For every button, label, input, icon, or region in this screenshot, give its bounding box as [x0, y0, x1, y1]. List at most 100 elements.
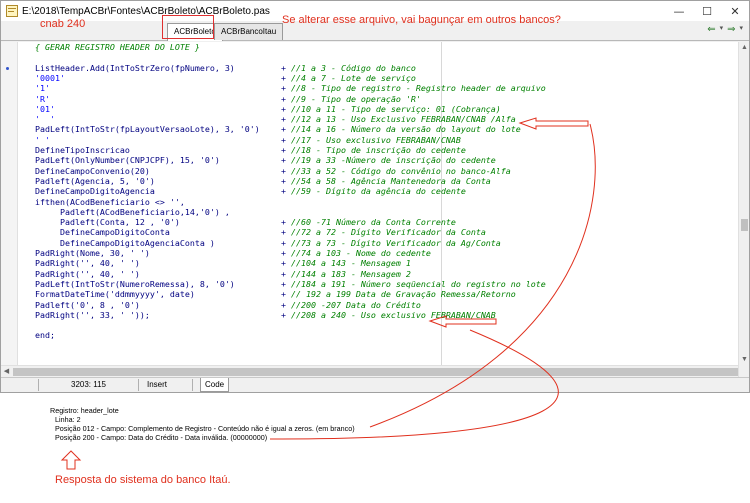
maximize-button[interactable]: ☐: [693, 1, 721, 21]
code-comment: //17 - Uso exclusivo FEBRABAN/CNAB: [291, 134, 461, 145]
code-text: ifthen(ACodBeneficiario <> '',: [35, 196, 185, 207]
window-controls: — ☐ ✕: [665, 1, 749, 21]
concat-operator: +: [281, 289, 291, 300]
code-comment: //208 a 240 - Uso exclusivo FEBRABAN/CNA…: [291, 309, 496, 320]
code-comment: //144 a 183 - Mensagem 2: [291, 268, 411, 279]
vertical-scrollbar[interactable]: ▲ ▼: [738, 42, 749, 377]
code-comment: //104 a 143 - Mensagem 1: [291, 258, 411, 269]
response-line-2: Linha: 2: [55, 415, 81, 424]
code-line: end;: [35, 330, 55, 341]
code-text: ListHeader.Add(IntToStrZero(fpNumero, 3): [35, 62, 235, 73]
concat-operator: +: [281, 227, 291, 238]
screenshot-stage: E:\2018\TempACBr\Fontes\ACBrBoleto\ACBrB…: [0, 0, 750, 503]
code-text: '01': [35, 103, 55, 114]
code-text: DefineTipoInscricao: [35, 145, 130, 155]
code-text: FormatDateTime('ddmmyyyy', date): [35, 289, 195, 300]
response-line-1: Registro: header_lote: [50, 406, 119, 415]
concat-operator: +: [281, 114, 291, 125]
concat-operator: +: [281, 309, 291, 320]
code-comment: //59 - Dígito da agência do cedente: [291, 186, 466, 197]
code-comment: //33 a 52 - Código do convênio no banco-…: [291, 165, 511, 176]
concat-operator: +: [281, 124, 291, 135]
code-text: DefineCampoDigitoConta: [35, 227, 170, 238]
response-caption: Resposta do sistema do banco Itaú.: [55, 474, 231, 486]
dropdown-arrow-icon-2[interactable]: ▾: [739, 24, 743, 35]
code-line: { GERAR REGISTRO HEADER DO LOTE }: [35, 42, 200, 53]
code-comment: //10 a 11 - Tipo de serviço: 01 (Cobranç…: [291, 103, 501, 114]
code-comment: //73 a 73 - Dígito Verificador da Ag/Con…: [291, 237, 501, 248]
concat-operator: +: [281, 83, 291, 94]
code-text: ' ': [35, 114, 55, 125]
status-modified: [1, 379, 39, 391]
navigation-arrows: ⇐ ▾ ⇒ ▾: [707, 24, 743, 35]
cnab-annotation: cnab 240: [40, 18, 86, 30]
breakpoint-dot-icon[interactable]: [6, 67, 9, 70]
code-text: DefineCampoDigitoAgenciaConta ): [35, 237, 215, 248]
concat-operator: +: [281, 145, 291, 155]
code-comment: //54 a 58 - Agência Mantenedora da Conta: [291, 175, 491, 186]
minimize-button[interactable]: —: [665, 1, 693, 21]
concat-operator: +: [281, 165, 291, 176]
status-bar: 3203: 115 Insert Code: [1, 377, 749, 392]
editor-gutter: [1, 42, 18, 377]
code-text: PadLeft(IntToStr(fpLayoutVersaoLote), 3,…: [35, 124, 260, 135]
code-line: PadRight('', 33, ' '));: [35, 310, 150, 321]
concat-operator: +: [281, 155, 291, 166]
concat-operator: +: [281, 175, 291, 186]
concat-operator: +: [281, 93, 291, 104]
concat-operator: +: [281, 62, 291, 73]
code-comment: //19 a 33 -Número de inscrição do cedent…: [291, 155, 496, 166]
code-comment: // 192 a 199 Data de Gravação Remessa/Re…: [291, 289, 516, 300]
code-text: PadRight('', 40, ' '): [35, 268, 140, 279]
code-comment-row: + //208 a 240 - Uso exclusivo FEBRABAN/C…: [281, 310, 496, 321]
vertical-scroll-thumb[interactable]: [741, 219, 748, 231]
code-text: DefineCampoDigitoAgencia: [35, 186, 155, 197]
tab-acbrbancoitau[interactable]: ACBrBancoItau: [214, 23, 284, 40]
code-text: DefineCampoConvenio(20): [35, 165, 150, 176]
code-comment-row: + //59 - Dígito da agência do cedente: [281, 186, 466, 197]
code-text: PadRight(Nome, 30, ' '): [35, 248, 150, 258]
code-comment: //60 -71 Número da Conta Corrente: [291, 217, 456, 228]
concat-operator: +: [281, 186, 291, 197]
back-arrow-icon[interactable]: ⇐: [707, 24, 715, 35]
code-comment: //200 -207 Data do Crédito: [291, 299, 421, 310]
code-text: Padleft(Conta, 12 , '0'): [35, 217, 180, 228]
scroll-up-icon[interactable]: ▲: [739, 42, 750, 53]
ide-window: E:\2018\TempACBr\Fontes\ACBrBoleto\ACBrB…: [0, 0, 750, 393]
cursor-position: 3203: 115: [39, 379, 139, 391]
horizontal-scroll-thumb[interactable]: [13, 368, 738, 376]
concat-operator: +: [281, 268, 291, 279]
app-icon: [6, 5, 18, 17]
code-editor[interactable]: { GERAR REGISTRO HEADER DO LOTE } ListHea…: [1, 42, 738, 377]
window-title: E:\2018\TempACBr\Fontes\ACBrBoleto\ACBrB…: [22, 5, 270, 17]
response-line-3: Posição 012 - Campo: Complemento de Regi…: [55, 424, 355, 433]
concat-operator: +: [281, 258, 291, 269]
concat-operator: +: [281, 237, 291, 248]
code-text: Padleft(Agencia, 5, '0'): [35, 175, 155, 186]
response-line-4: Posição 200 - Campo: Data do Crédito - D…: [55, 433, 268, 442]
up-arrow-icon: [60, 450, 82, 470]
scroll-down-icon[interactable]: ▼: [739, 354, 750, 365]
concat-operator: +: [281, 72, 291, 83]
code-comment: //14 a 16 - Número da versão do layout d…: [291, 124, 521, 135]
concat-operator: +: [281, 103, 291, 114]
code-text: PadLeft(IntToStr(NumeroRemessa), 8, '0'): [35, 278, 235, 289]
code-text: end;: [35, 330, 55, 341]
code-line: PadLeft(IntToStr(fpLayoutVersaoLote), 3,…: [35, 124, 260, 135]
code-text: PadLeft(OnlyNumber(CNPJCPF), 15, '0'): [35, 155, 220, 166]
forward-arrow-icon[interactable]: ⇒: [727, 24, 735, 35]
code-comment: //8 - Tipo de registro - Registro header…: [291, 83, 546, 94]
concat-operator: +: [281, 278, 291, 289]
horizontal-scrollbar[interactable]: ◀: [1, 365, 738, 377]
warning-annotation: Se alterar esse arquivo, vai bagunçar em…: [282, 14, 561, 26]
tab-code-view[interactable]: Code: [200, 378, 230, 392]
dropdown-arrow-icon[interactable]: ▾: [720, 24, 724, 35]
code-comment: //72 a 72 - Dígito Verificador da Conta: [291, 227, 486, 238]
close-button[interactable]: ✕: [721, 1, 749, 21]
code-comment: //74 a 103 - Nome do cedente: [291, 248, 431, 258]
code-comment: //184 a 191 - Número seqüencial do regis…: [291, 278, 546, 289]
code-comment: //4 a 7 - Lote de serviço: [291, 72, 416, 83]
code-text: PadRight('', 33, ' '));: [35, 309, 150, 320]
code-comment: //12 a 13 - Uso Exclusivo FEBRABAN/CNAB …: [291, 114, 516, 125]
code-text: PadRight('', 40, ' '): [35, 258, 140, 269]
